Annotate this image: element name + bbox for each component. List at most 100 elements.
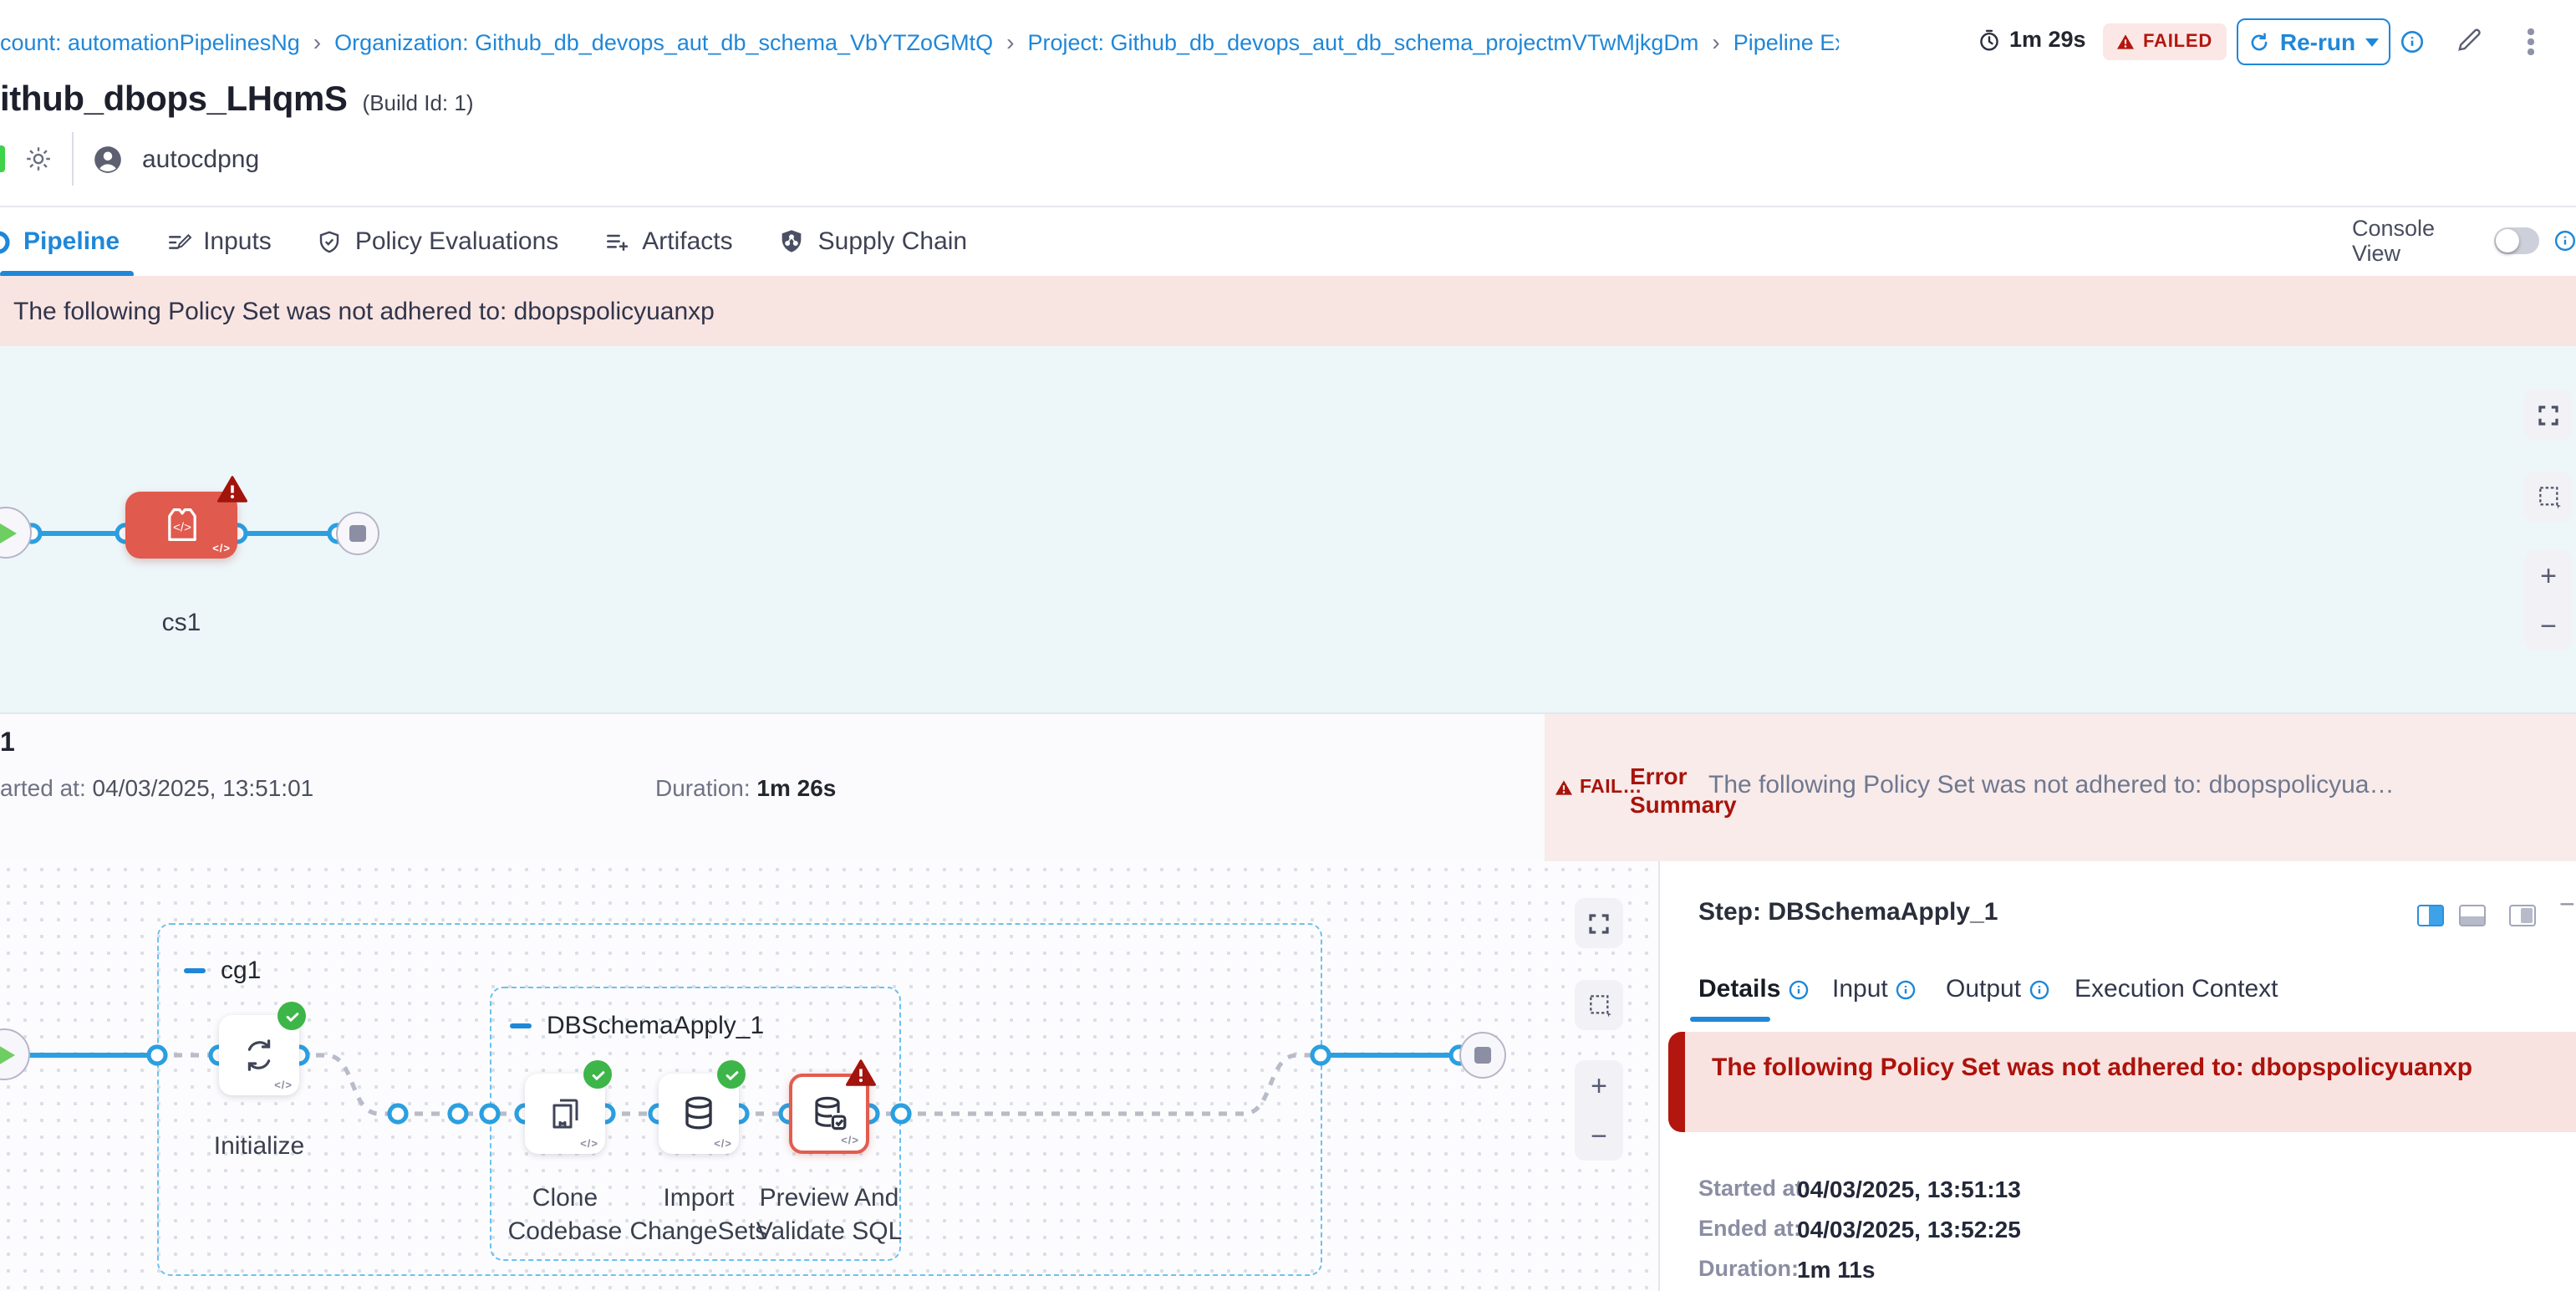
layout-right-view-icon[interactable]: [2417, 905, 2444, 926]
step-node-preview-validate-sql[interactable]: </>: [789, 1074, 869, 1154]
layout-minimized-view-icon[interactable]: [2509, 905, 2536, 926]
warning-triangle-icon: [2116, 33, 2135, 50]
console-view-label: Console View: [2352, 216, 2479, 266]
panel-tab-execution-context[interactable]: Execution Context: [2075, 975, 2278, 1003]
panel-tab-output[interactable]: Output: [1946, 975, 2049, 1003]
database-icon: [679, 1094, 719, 1134]
step-label-initialize: Initialize: [177, 1130, 341, 1164]
step-node-clone-codebase[interactable]: </>: [525, 1074, 605, 1154]
marquee-selection-icon: [2535, 483, 2562, 510]
trigger-user: autocdpng: [142, 145, 259, 173]
fullscreen-button[interactable]: [2524, 390, 2573, 440]
breadcrumb-project[interactable]: Project: Github_db_devops_aut_db_schema_…: [1027, 29, 1698, 54]
tab-inputs[interactable]: Inputs: [165, 227, 272, 256]
page-title: ithub_dbops_LHqmS: [0, 80, 348, 119]
tab-artifacts[interactable]: Artifacts: [603, 227, 732, 256]
step-details-panel: Step: DBSchemaApply_1 − Details Input Ou…: [1658, 861, 2576, 1291]
stop-icon: [349, 525, 366, 542]
ended-at-label: Ended at:: [1698, 1216, 1801, 1241]
gear-icon[interactable]: [23, 144, 53, 174]
error-summary-label: Error Summary: [1630, 763, 1717, 819]
zoom-in-button[interactable]: +: [1591, 1071, 1607, 1100]
marquee-select-button[interactable]: [2524, 472, 2573, 522]
tab-supply-chain-label: Supply Chain: [818, 227, 967, 256]
panel-tab-input[interactable]: Input: [1832, 975, 1917, 1003]
started-at-value: 04/03/2025, 13:51:13: [1797, 1176, 2299, 1202]
step-error-alert-text: The following Policy Set was not adhered…: [1685, 1032, 2576, 1082]
tab-supply-chain[interactable]: Supply Chain: [778, 227, 967, 256]
started-value: 04/03/2025, 13:51:01: [93, 774, 314, 801]
zoom-controls: + −: [1575, 1060, 1623, 1161]
tab-artifacts-label: Artifacts: [642, 227, 732, 256]
step-panel-title: Step: DBSchemaApply_1: [1698, 898, 1998, 926]
info-icon: [1896, 979, 1917, 999]
started-label: arted at:: [0, 774, 86, 801]
graph-end-node: [1459, 1032, 1506, 1079]
user-avatar-icon: [92, 143, 124, 175]
chevron-right-icon: ›: [1005, 30, 1016, 54]
tab-policy-evaluations[interactable]: Policy Evaluations: [317, 227, 558, 256]
status-badge: FAILED: [2103, 23, 2226, 60]
tab-inputs-label: Inputs: [203, 227, 272, 256]
info-icon: [2029, 979, 2049, 999]
stop-icon: [1474, 1047, 1491, 1064]
module-color-bar: [0, 145, 5, 172]
stage-name: 1: [0, 729, 15, 759]
tab-policy-evaluations-label: Policy Evaluations: [355, 227, 558, 256]
pipeline-icon: [0, 228, 12, 255]
tab-pipeline-label: Pipeline: [23, 227, 120, 256]
stage-node-cs1[interactable]: </> </>: [125, 492, 237, 559]
breadcrumb-account[interactable]: count: automationPipelinesNg: [0, 29, 300, 54]
marquee-select-button[interactable]: [1575, 980, 1623, 1030]
breadcrumb-organization[interactable]: Organization: Github_db_devops_aut_db_sc…: [334, 29, 993, 54]
meta-row: autocdpng: [0, 140, 259, 177]
step-node-initialize[interactable]: </>: [219, 1015, 299, 1095]
error-badge-icon: [217, 475, 247, 503]
panel-tab-details[interactable]: Details: [1698, 975, 1809, 1003]
field-ended-at: Ended at: 04/03/2025, 13:52:25: [1698, 1216, 1801, 1241]
status-badge-label: FAILED: [2143, 32, 2212, 52]
success-badge-icon: [583, 1060, 612, 1089]
tab-pipeline[interactable]: Pipeline: [0, 227, 120, 256]
started-at-label: Started at:: [1698, 1176, 1810, 1201]
tab-bar: Pipeline Inputs Policy Evaluations Artif…: [0, 206, 2576, 276]
layout-bottom-view-icon[interactable]: [2459, 905, 2486, 926]
info-icon[interactable]: [2400, 30, 2424, 54]
zoom-out-button[interactable]: −: [2540, 611, 2557, 640]
svg-text:</>: </>: [173, 521, 191, 535]
rerun-button[interactable]: Re-run: [2237, 18, 2390, 65]
zoom-in-button[interactable]: +: [2540, 561, 2557, 589]
code-chip-icon: </>: [274, 1080, 293, 1092]
caret-down-icon: [2365, 38, 2379, 46]
edit-pencil-icon[interactable]: [2454, 25, 2484, 55]
minimize-panel-button[interactable]: −: [2559, 891, 2575, 921]
console-view-control: Console View: [2352, 206, 2576, 276]
step-node-import-changesets[interactable]: </>: [659, 1074, 739, 1154]
fullscreen-button[interactable]: [1575, 898, 1623, 948]
build-id: (Build Id: 1): [363, 90, 474, 115]
clone-codebase-icon: [545, 1094, 585, 1134]
zoom-out-button[interactable]: −: [1591, 1121, 1607, 1150]
more-options-menu-icon[interactable]: [2524, 25, 2537, 58]
info-icon[interactable]: [2554, 229, 2576, 253]
zoom-controls: + −: [2524, 550, 2573, 651]
breadcrumb-pipeline-executions[interactable]: Pipeline Executions: [1733, 29, 1839, 54]
stage-summary-bar: 1 arted at: 04/03/2025, 13:51:01 Duratio…: [0, 714, 2576, 861]
artifacts-list-icon: [603, 228, 630, 255]
breadcrumb: count: automationPipelinesNg › Organizat…: [0, 27, 1839, 57]
stage-duration: Duration: 1m 26s: [655, 774, 836, 801]
stage-graph-canvas[interactable]: </> </> cs1 + −: [0, 346, 2576, 714]
error-badge-icon: [846, 1059, 876, 1087]
stopwatch-icon: [1978, 28, 2001, 51]
execution-graph-canvas[interactable]: cg1 DBSchemaApply_1: [0, 861, 1658, 1291]
code-chip-icon: </>: [841, 1135, 859, 1147]
success-badge-icon: [717, 1060, 746, 1089]
field-duration: Duration: 1m 11s: [1698, 1256, 1799, 1281]
console-view-toggle[interactable]: [2494, 227, 2539, 254]
code-chip-icon: </>: [580, 1139, 598, 1151]
vertical-divider: [72, 132, 74, 186]
chevron-right-icon: ›: [312, 30, 323, 54]
play-icon: [0, 523, 17, 543]
policy-violation-banner-text: The following Policy Set was not adhered…: [0, 297, 715, 325]
ended-at-value: 04/03/2025, 13:52:25: [1797, 1216, 2299, 1243]
